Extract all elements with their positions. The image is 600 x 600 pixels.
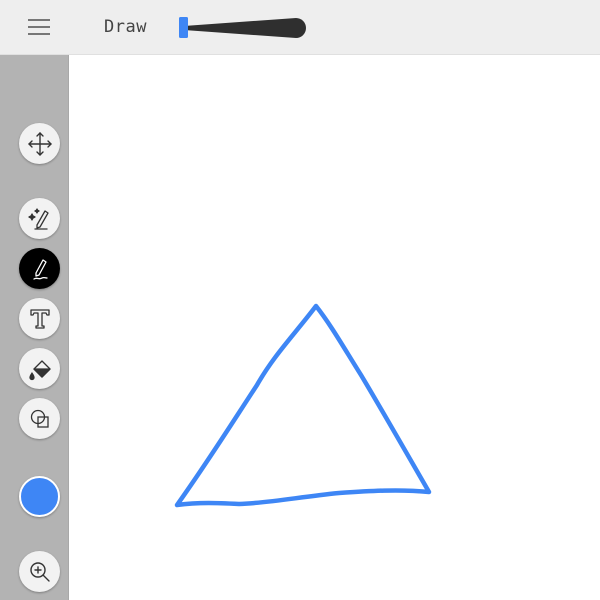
zoom-in-icon bbox=[29, 561, 50, 582]
canvas-surface bbox=[174, 303, 432, 508]
hamburger-menu-icon bbox=[28, 19, 50, 35]
tool-sidebar bbox=[0, 55, 69, 600]
drawn-triangle-stroke[interactable] bbox=[174, 303, 432, 508]
shapes-icon bbox=[30, 409, 49, 428]
drawing-app: Draw bbox=[0, 0, 600, 600]
paint-bucket-icon bbox=[28, 359, 51, 380]
drawing-canvas[interactable] bbox=[69, 55, 600, 600]
magic-pen-icon bbox=[27, 207, 49, 230]
top-bar: Draw bbox=[0, 0, 600, 55]
menu-button[interactable] bbox=[22, 14, 56, 40]
shapes-tool-button[interactable] bbox=[19, 398, 60, 439]
pen-tool-button[interactable] bbox=[19, 248, 60, 289]
brush-size-track bbox=[184, 18, 306, 38]
app-title: Draw bbox=[104, 17, 147, 37]
pen-icon bbox=[32, 258, 48, 280]
brush-size-slider[interactable] bbox=[178, 14, 308, 42]
magic-pen-tool-button[interactable] bbox=[19, 198, 60, 239]
color-picker-swatch[interactable] bbox=[19, 476, 60, 517]
text-icon bbox=[29, 308, 50, 329]
move-arrows-icon bbox=[27, 131, 52, 156]
fill-tool-button[interactable] bbox=[19, 348, 60, 389]
text-tool-button[interactable] bbox=[19, 298, 60, 339]
move-tool-button[interactable] bbox=[19, 123, 60, 164]
brush-size-handle[interactable] bbox=[179, 17, 188, 38]
zoom-button[interactable] bbox=[19, 551, 60, 592]
